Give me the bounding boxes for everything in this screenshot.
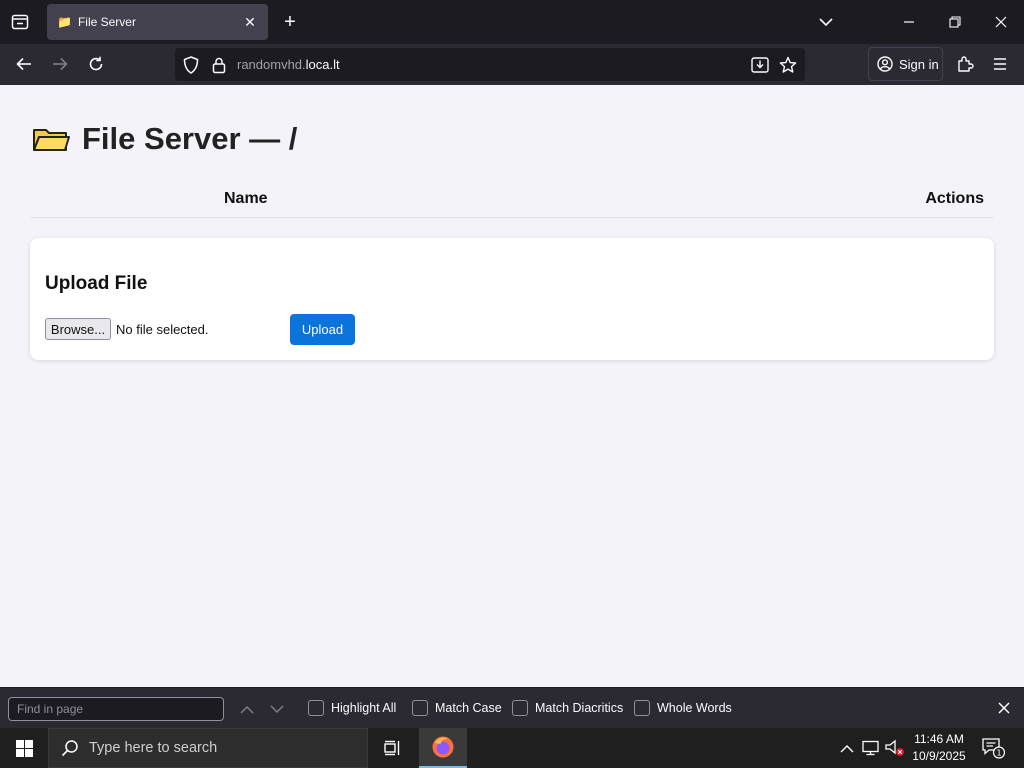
tab-overflow-button[interactable] bbox=[814, 10, 838, 34]
notification-count: 1 bbox=[996, 749, 1001, 758]
taskbar: Type here to search 11:46 AM 10/9/2025 1 bbox=[0, 728, 1024, 768]
task-view-icon bbox=[384, 740, 400, 756]
page-content: File Server — / Name Actions Upload File… bbox=[0, 85, 1024, 687]
page-heading: File Server — / bbox=[32, 121, 297, 157]
highlight-all-option[interactable]: Highlight All bbox=[308, 700, 396, 716]
speaker-muted-icon bbox=[885, 739, 904, 756]
tab-strip: 📁 File Server ✕ + bbox=[0, 0, 1024, 44]
list-all-tabs-button[interactable] bbox=[8, 9, 32, 35]
close-icon bbox=[995, 16, 1007, 28]
hamburger-menu-icon bbox=[994, 58, 1006, 70]
minimize-icon bbox=[904, 21, 914, 23]
taskbar-search[interactable]: Type here to search bbox=[48, 728, 368, 768]
checkbox[interactable] bbox=[634, 700, 650, 716]
close-window-button[interactable] bbox=[989, 10, 1013, 34]
bookmark-star-icon[interactable] bbox=[778, 55, 798, 75]
restore-button[interactable] bbox=[943, 10, 967, 34]
checkbox[interactable] bbox=[512, 700, 528, 716]
match-case-option[interactable]: Match Case bbox=[412, 700, 502, 716]
minimize-button[interactable] bbox=[897, 10, 921, 34]
folder-icon: 📁 bbox=[57, 15, 72, 29]
file-status: No file selected. bbox=[116, 322, 209, 337]
network-icon bbox=[862, 740, 879, 756]
firefox-taskbar-button[interactable] bbox=[419, 728, 467, 768]
firefox-icon bbox=[432, 736, 454, 758]
forward-button[interactable] bbox=[48, 52, 72, 76]
option-label: Whole Words bbox=[657, 701, 732, 715]
url-prefix: randomvhd. bbox=[237, 57, 306, 72]
tab-file-server[interactable]: 📁 File Server ✕ bbox=[47, 4, 268, 40]
clock-date: 10/9/2025 bbox=[912, 749, 966, 763]
arrow-right-icon bbox=[53, 57, 68, 71]
account-icon bbox=[877, 56, 893, 72]
checkbox[interactable] bbox=[412, 700, 428, 716]
restore-icon bbox=[949, 16, 961, 28]
notifications-button[interactable]: 1 bbox=[980, 736, 1006, 760]
back-button[interactable] bbox=[12, 52, 36, 76]
network-button[interactable] bbox=[861, 738, 881, 758]
sign-in-label: Sign in bbox=[899, 56, 939, 72]
search-icon bbox=[61, 740, 78, 757]
tab-list-icon bbox=[11, 14, 29, 30]
new-tab-button[interactable]: + bbox=[280, 10, 300, 34]
upload-button[interactable]: Upload bbox=[290, 314, 355, 345]
chevron-down-icon bbox=[270, 704, 284, 713]
upload-title: Upload File bbox=[45, 273, 148, 294]
find-input[interactable]: Find in page bbox=[8, 697, 224, 721]
upload-card: Upload File Browse... No file selected. … bbox=[30, 238, 994, 360]
checkbox[interactable] bbox=[308, 700, 324, 716]
find-bar: Find in page Highlight All Match Case Ma… bbox=[0, 687, 1024, 728]
close-find-bar-button[interactable] bbox=[994, 698, 1014, 718]
address-bar[interactable]: randomvhd.loca.lt bbox=[175, 48, 805, 81]
chevron-up-icon bbox=[840, 744, 854, 752]
option-label: Match Diacritics bbox=[535, 701, 624, 715]
tab-title: File Server bbox=[77, 15, 136, 29]
file-table-header: Name Actions bbox=[31, 185, 993, 218]
column-header-actions: Actions bbox=[925, 190, 984, 207]
reload-icon bbox=[89, 56, 103, 71]
chevron-up-icon bbox=[240, 705, 254, 714]
whole-words-option[interactable]: Whole Words bbox=[634, 700, 732, 716]
folder-icon bbox=[33, 129, 70, 151]
clock[interactable]: 11:46 AM 10/9/2025 bbox=[906, 731, 972, 765]
notification-icon: 1 bbox=[982, 738, 1005, 759]
task-view-button[interactable] bbox=[370, 728, 414, 768]
option-label: Match Case bbox=[435, 701, 502, 715]
puzzle-icon bbox=[958, 56, 974, 72]
column-header-name: Name bbox=[224, 190, 268, 207]
option-label: Highlight All bbox=[331, 701, 397, 715]
show-hidden-icons-button[interactable] bbox=[837, 738, 857, 758]
sign-in-button[interactable]: Sign in bbox=[868, 47, 943, 81]
chevron-down-icon bbox=[819, 18, 833, 27]
extensions-button[interactable] bbox=[953, 52, 977, 76]
find-next-button[interactable] bbox=[266, 698, 288, 720]
close-icon bbox=[998, 702, 1010, 714]
browse-button[interactable]: Browse... bbox=[45, 318, 111, 340]
url-text[interactable]: randomvhd.loca.lt bbox=[237, 57, 340, 72]
volume-button[interactable] bbox=[885, 738, 905, 758]
clock-time: 11:46 AM bbox=[914, 732, 964, 746]
page-title: File Server — / bbox=[82, 121, 298, 156]
match-diacritics-option[interactable]: Match Diacritics bbox=[512, 700, 623, 716]
reload-button[interactable] bbox=[84, 52, 108, 76]
lock-icon[interactable] bbox=[209, 55, 229, 75]
close-tab-icon[interactable]: ✕ bbox=[242, 14, 258, 31]
search-placeholder: Type here to search bbox=[89, 740, 218, 756]
find-previous-button[interactable] bbox=[236, 698, 258, 720]
navigation-toolbar: randomvhd.loca.lt Sign in bbox=[0, 44, 1024, 85]
url-domain: loca.lt bbox=[305, 57, 340, 72]
menu-button[interactable] bbox=[988, 52, 1012, 76]
arrow-left-icon bbox=[16, 57, 31, 71]
start-button[interactable] bbox=[0, 728, 48, 768]
windows-logo-icon bbox=[15, 739, 33, 757]
install-app-icon[interactable] bbox=[750, 55, 770, 75]
shield-icon[interactable] bbox=[181, 55, 201, 75]
